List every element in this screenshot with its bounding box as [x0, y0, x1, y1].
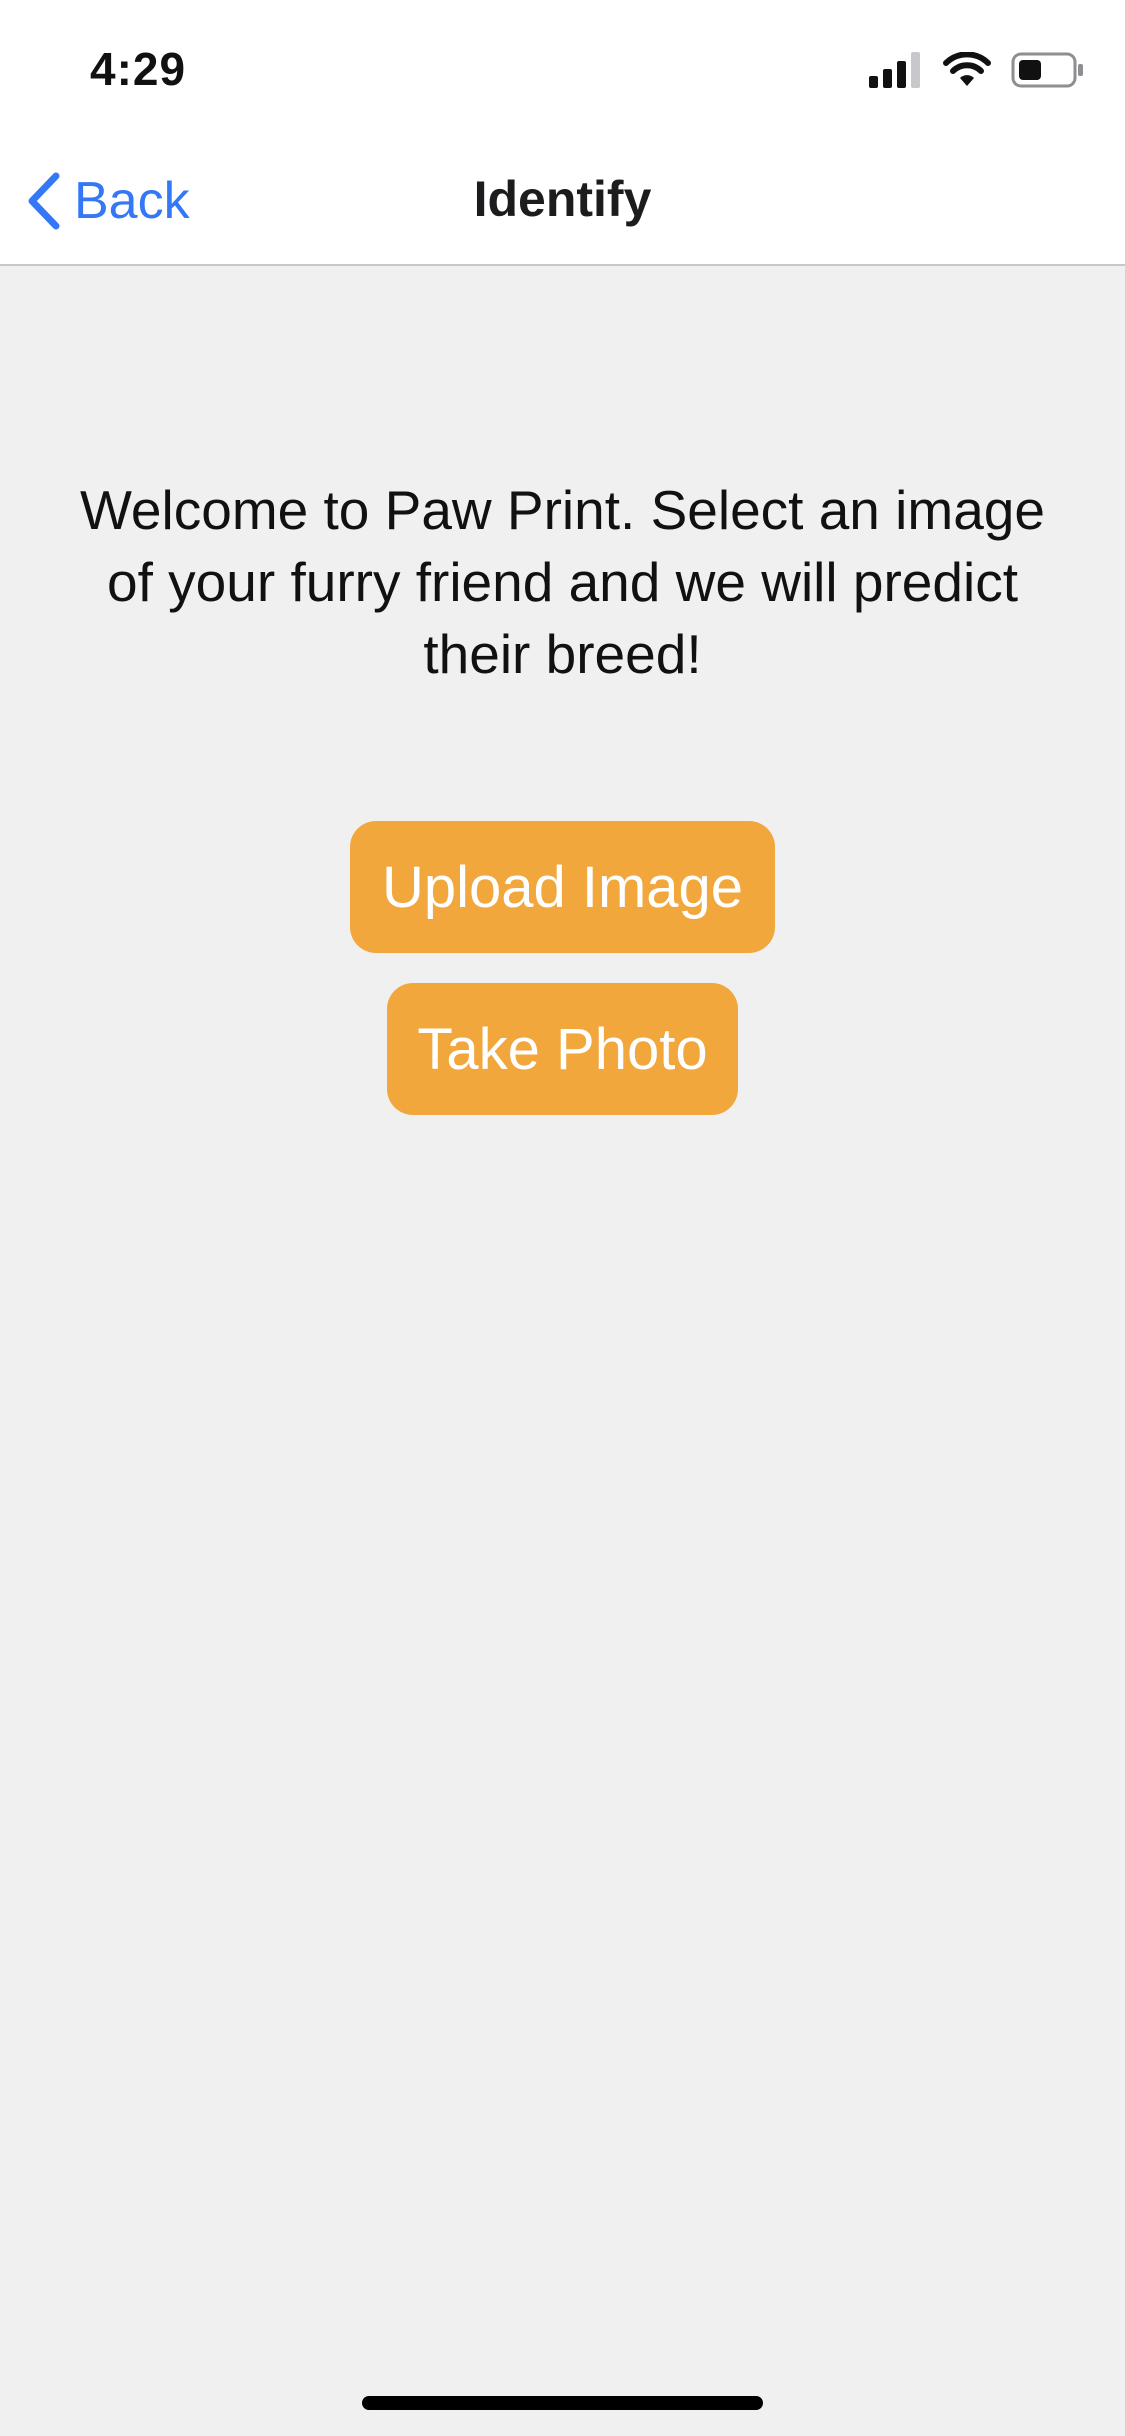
home-indicator[interactable]	[362, 2396, 763, 2410]
battery-icon	[1011, 52, 1083, 88]
take-photo-button[interactable]: Take Photo	[387, 983, 738, 1115]
cellular-signal-icon	[869, 52, 920, 88]
welcome-message: Welcome to Paw Print. Select an image of…	[80, 479, 1045, 685]
upload-image-button[interactable]: Upload Image	[350, 821, 775, 953]
status-time: 4:29	[90, 43, 187, 95]
status-bar: 4:29	[0, 0, 1125, 140]
wifi-icon	[943, 52, 991, 86]
page-title: Identify	[473, 171, 652, 227]
status-icons	[869, 48, 1085, 92]
navigation-bar: Back Identify	[0, 140, 1125, 266]
